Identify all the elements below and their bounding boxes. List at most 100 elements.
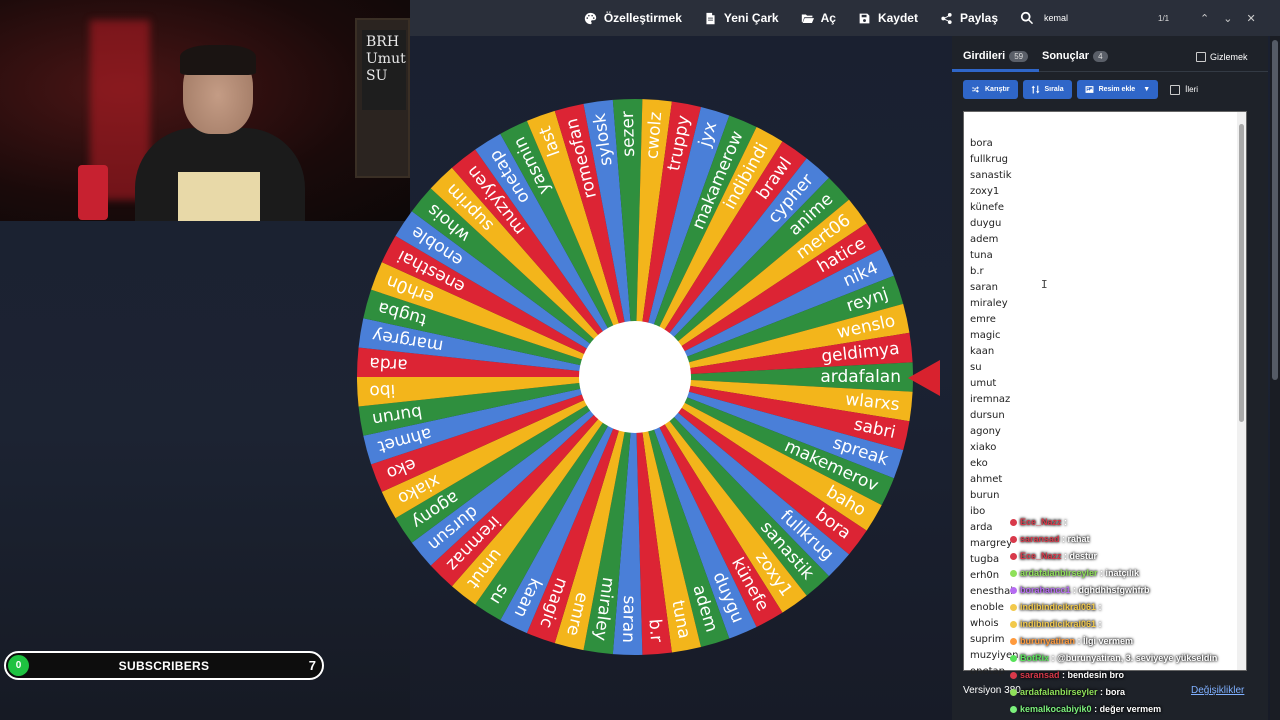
wheel-center-hub[interactable] — [579, 321, 691, 433]
entry-item: saran — [970, 282, 998, 293]
entry-item: b.r — [970, 266, 984, 277]
tab-entries[interactable]: Girdileri 59 — [951, 50, 1040, 72]
entry-item: adem — [970, 234, 999, 245]
entry-item: agony — [970, 426, 1001, 437]
entries-scrollbar-thumb[interactable] — [1239, 124, 1244, 422]
advanced-checkbox[interactable] — [1170, 84, 1181, 95]
chat-text: değer vermem — [1099, 704, 1162, 714]
page-scrollbar[interactable] — [1270, 36, 1280, 720]
panel-tabs: Girdileri 59 Sonuçlar 4 Gizlemek — [951, 36, 1268, 72]
open-button[interactable]: Aç — [801, 11, 836, 25]
image-icon — [1085, 86, 1094, 93]
chat-message: ardafalanbirseyler : inatçılık — [1010, 565, 1250, 582]
entry-item: eko — [970, 458, 988, 469]
share-icon — [941, 12, 952, 24]
chat-text: destur — [1069, 551, 1098, 561]
entries-count-badge: 59 — [1009, 50, 1029, 62]
close-icon[interactable]: ✕ — [1246, 12, 1255, 25]
add-image-button[interactable]: Resim ekle ▼ — [1076, 80, 1159, 99]
chat-message: burunyatiran : İlgi vermem — [1010, 633, 1250, 650]
chat-message: borahancc1 : dghdhhsfgwhfrb — [1010, 582, 1250, 599]
advanced-toggle[interactable]: İleri — [1170, 84, 1199, 95]
chat-message: saransad : bendesin bro — [1010, 667, 1250, 684]
entry-item: ahmet — [970, 474, 1003, 485]
chat-badge-icon — [1010, 604, 1017, 612]
shuffle-button[interactable]: Karıştır — [963, 80, 1018, 99]
sort-button[interactable]: Sırala — [1022, 80, 1072, 99]
chat-separator: : — [1059, 534, 1068, 544]
entries-action-row: Karıştır Sırala Resim ekle ▼ İleri — [963, 80, 1198, 99]
chevron-down-icon[interactable]: ⌄ — [1223, 12, 1232, 25]
entry-item: miraley — [970, 298, 1008, 309]
chat-username: kemalkocabiyik0 — [1020, 704, 1092, 714]
add-image-label: Resim ekle — [1098, 86, 1136, 93]
entry-item: zoxy1 — [970, 186, 1000, 197]
chat-badge-icon — [1010, 655, 1017, 663]
hide-checkbox[interactable] — [1196, 52, 1206, 62]
chat-overlay: Ece_Nazz : saransad : rahat Ece_Nazz : de… — [1010, 514, 1250, 718]
entry-item: sanastik — [970, 170, 1012, 181]
chat-text: İlgi vermem — [1083, 636, 1134, 646]
page-scrollbar-thumb[interactable] — [1272, 40, 1278, 380]
chat-text: bendesin bro — [1067, 670, 1125, 680]
chat-text: dghdhhsfgwhfrb — [1078, 585, 1150, 595]
wheel-segment-label: b.r — [644, 618, 666, 643]
chat-separator: : — [1091, 704, 1100, 714]
lamp — [78, 165, 108, 220]
chat-message: kemalkocabiyik0 : değer vermem — [1010, 701, 1250, 718]
hide-label: Gizlemek — [1210, 52, 1248, 62]
chat-badge-icon — [1010, 706, 1017, 714]
entry-item: iremnaz — [970, 394, 1011, 405]
entry-item: fullkrug — [970, 154, 1009, 165]
chat-badge-icon — [1010, 570, 1017, 578]
save-icon — [859, 13, 870, 23]
chat-text: @burunyatiran, 3. seviyeye yükseldin — [1057, 653, 1218, 663]
search-icon — [1020, 11, 1034, 25]
chat-username: Ece_Nazz — [1020, 517, 1062, 527]
entry-item: tuna — [970, 250, 993, 261]
hide-toggle[interactable]: Gizlemek — [1196, 52, 1248, 62]
chat-username: saransad — [1020, 534, 1060, 544]
advanced-label: İleri — [1185, 85, 1199, 94]
entry-item: umut — [970, 378, 997, 389]
shuffle-label: Karıştır — [985, 86, 1010, 93]
entry-item: su — [970, 362, 982, 373]
chat-badge-icon — [1010, 536, 1017, 544]
text-cursor-icon: I — [1041, 278, 1048, 291]
wheel-pointer — [908, 360, 940, 396]
search-match-count: 1/1 — [1158, 13, 1170, 23]
chat-separator: : — [1061, 517, 1068, 527]
chat-separator: : — [1049, 653, 1057, 663]
entry-item: dursun — [970, 410, 1005, 421]
entry-item: burun — [970, 490, 1000, 501]
customize-button[interactable]: Özelleştirmek — [584, 11, 682, 25]
share-button[interactable]: Paylaş — [940, 11, 998, 25]
entry-item: künefe — [970, 202, 1004, 213]
wheel-segment-label: saran — [618, 595, 639, 643]
subscriber-goal: 7 — [308, 658, 316, 673]
chat-separator: : — [1075, 636, 1084, 646]
entry-item: kaan — [970, 346, 995, 357]
chat-message: indibindicikral061 : — [1010, 616, 1250, 633]
subscriber-goal-bar: 0 SUBSCRIBERS 7 — [4, 651, 324, 680]
chat-separator: : — [1059, 670, 1068, 680]
chat-separator: : — [1061, 551, 1070, 561]
entry-item: duygu — [970, 218, 1002, 229]
spin-wheel[interactable]: ardafalan wlarxs sabri spreak makemerov baho b… — [350, 94, 920, 660]
customize-label: Özelleştirmek — [603, 11, 682, 25]
new-wheel-label: Yeni Çark — [723, 11, 779, 25]
wheel-graphic[interactable]: ardafalanwlarxssabrispreakmakemerovbahob… — [350, 94, 920, 660]
chevron-up-icon[interactable]: ⌃ — [1200, 12, 1209, 25]
chat-message: Ece_Nazz : destur — [1010, 548, 1250, 565]
tab-results[interactable]: Sonuçlar 4 — [1042, 50, 1108, 62]
chat-username: saransad — [1020, 670, 1060, 680]
chat-separator: : — [1097, 687, 1106, 697]
chat-separator: : — [1096, 602, 1102, 612]
chat-separator: : — [1096, 619, 1102, 629]
chat-badge-icon — [1010, 621, 1017, 629]
search-input[interactable] — [1044, 13, 1154, 23]
save-button[interactable]: Kaydet — [858, 11, 918, 25]
new-wheel-button[interactable]: Yeni Çark — [704, 11, 779, 25]
chat-badge-icon — [1010, 519, 1017, 527]
chat-username: ardafalanbirseyler — [1020, 687, 1098, 697]
